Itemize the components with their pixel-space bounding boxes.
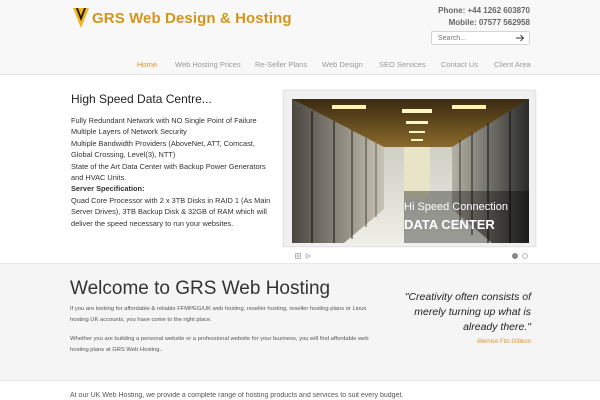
hero-feature-line: Fully Redundant Network with NO Single P… xyxy=(71,116,257,125)
welcome-title: Welcome to GRS Web Hosting xyxy=(70,278,331,299)
hero-feature-line: Multiple Layers of Network Security xyxy=(71,127,187,137)
welcome-paragraph-1: If you are looking for affordable & reli… xyxy=(70,306,367,323)
quote-author: -Bernice Fitz-Gibbon xyxy=(475,339,531,345)
server-spec-label: Server Specification: xyxy=(71,184,145,194)
slide-caption-line2: DATA CENTER xyxy=(404,217,495,232)
hero-title: High Speed Data Centre... xyxy=(71,92,212,106)
contact-phone: Phone: +44 1262 603870 xyxy=(438,6,530,15)
hero-feature-list: Fully Redundant Network with NO Single P… xyxy=(71,115,276,229)
contact-info: Phone: +44 1262 603870 Mobile: 07577 562… xyxy=(438,5,530,29)
nav-seo-services[interactable]: SEO Services xyxy=(379,60,426,69)
search-input[interactable] xyxy=(432,32,514,44)
bottom-intro-text: At our UK Web Hosting, we provide a comp… xyxy=(70,392,404,399)
nav-web-design[interactable]: Web Design xyxy=(322,60,363,69)
site-logo[interactable]: GRS Web Design & Hosting xyxy=(73,8,292,28)
nav-contact-us[interactable]: Contact Us xyxy=(441,60,478,69)
arrow-right-icon[interactable] xyxy=(515,33,525,43)
contact-mobile: Mobile: 07577 562958 xyxy=(448,18,530,27)
slider-play-icon[interactable] xyxy=(305,253,311,259)
slider-dot[interactable] xyxy=(512,253,518,259)
image-slider[interactable]: Hi Speed Connection DATA CENTER xyxy=(283,90,536,247)
search-box xyxy=(431,31,530,45)
slider-dot[interactable] xyxy=(522,253,528,259)
brand-name: GRS Web Design & Hosting xyxy=(92,9,292,27)
slide-caption-line1: Hi Speed Connection xyxy=(404,201,508,213)
nav-reseller-plans[interactable]: Re-Seller Plans xyxy=(255,60,307,69)
nav-web-hosting-prices[interactable]: Web Hosting Prices xyxy=(175,60,241,69)
logo-v-icon xyxy=(73,8,89,28)
hero-feature-line: Multiple Bandwidth Providers (AboveNet, … xyxy=(71,138,255,160)
nav-home[interactable]: Home xyxy=(137,60,157,69)
welcome-paragraph-2: Whether you are building a personal webs… xyxy=(70,336,369,353)
server-spec-text: Quad Core Processor with 2 x 3TB Disks i… xyxy=(71,195,271,228)
nav-client-area[interactable]: Client Area xyxy=(494,60,531,69)
main-nav: Home Web Hosting Prices Re-Seller Plans … xyxy=(130,56,540,74)
site-header: GRS Web Design & Hosting Phone: +44 1262… xyxy=(0,0,600,75)
hero-feature-line: State of the Art Data Center with Backup… xyxy=(71,161,266,183)
quote-text: "Creativity often consists of merely tur… xyxy=(404,291,531,333)
slider-pause-icon[interactable] xyxy=(295,253,301,259)
